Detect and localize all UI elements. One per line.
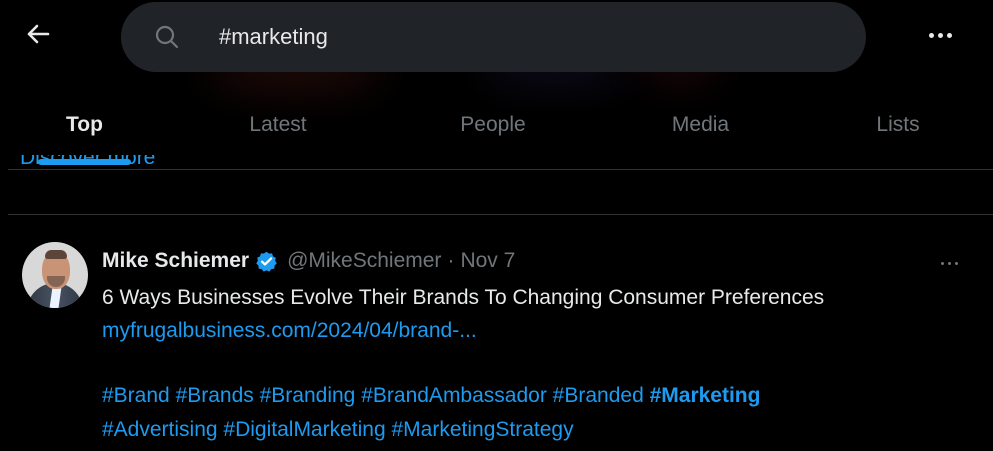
hashtag-link[interactable]: #BrandAmbassador (361, 384, 547, 407)
avatar[interactable] (22, 242, 88, 308)
tab-media[interactable]: Media (628, 83, 773, 167)
hashtag-link[interactable]: #Brand (102, 384, 170, 407)
search-box[interactable] (121, 2, 866, 72)
tab-latest[interactable]: Latest (208, 83, 348, 167)
more-options-button[interactable] (920, 18, 960, 52)
hashtag-link[interactable]: #Branding (260, 384, 356, 407)
avatar-hair (45, 250, 67, 259)
separator: · (447, 249, 455, 272)
search-icon (153, 23, 181, 51)
display-name[interactable]: Mike Schiemer (102, 249, 249, 273)
more-dot (940, 261, 944, 265)
tweet-date[interactable]: Nov 7 (460, 249, 515, 273)
hashtag-link[interactable]: #DigitalMarketing (223, 418, 385, 441)
discover-more-link[interactable]: Discover more (20, 155, 200, 169)
hashtag-link[interactable]: #MarketingStrategy (392, 418, 574, 441)
hashtag-link[interactable]: #Branded (553, 384, 644, 407)
more-horizontal-icon (928, 32, 952, 38)
hashtag-link[interactable]: #Advertising (102, 418, 218, 441)
hashtag-link-highlighted[interactable]: #Marketing (650, 384, 761, 407)
header-divider (8, 169, 993, 170)
search-header: Top Latest People Media Lists (0, 0, 993, 170)
hashtag-list: #Brand #Brands #Branding #BrandAmbassado… (102, 379, 992, 447)
tab-lists[interactable]: Lists (828, 83, 968, 167)
more-dot (946, 32, 952, 38)
more-dot (937, 32, 943, 38)
tweet-more-button[interactable] (932, 251, 966, 275)
more-horizontal-icon (940, 261, 958, 265)
more-dot (947, 261, 951, 265)
tweet-header: Mike Schiemer @MikeSchiemer · Nov 7 (102, 245, 515, 277)
arrow-left-icon (27, 24, 50, 44)
tweet-text: 6 Ways Businesses Evolve Their Brands To… (102, 286, 825, 309)
more-dot (928, 32, 934, 38)
tweet-link[interactable]: myfrugalbusiness.com/2024/04/brand-... (102, 315, 477, 347)
more-dot (954, 261, 958, 265)
discover-more-label: Discover more (20, 155, 156, 169)
verified-badge-icon (256, 251, 277, 272)
hashtag-link[interactable]: #Brands (176, 384, 254, 407)
back-button[interactable] (18, 14, 58, 54)
tweet-card[interactable]: Mike Schiemer @MikeSchiemer · Nov 7 6 Wa… (8, 215, 993, 451)
tab-people[interactable]: People (413, 83, 573, 167)
search-input[interactable] (219, 24, 739, 50)
user-handle[interactable]: @MikeSchiemer (287, 249, 441, 273)
